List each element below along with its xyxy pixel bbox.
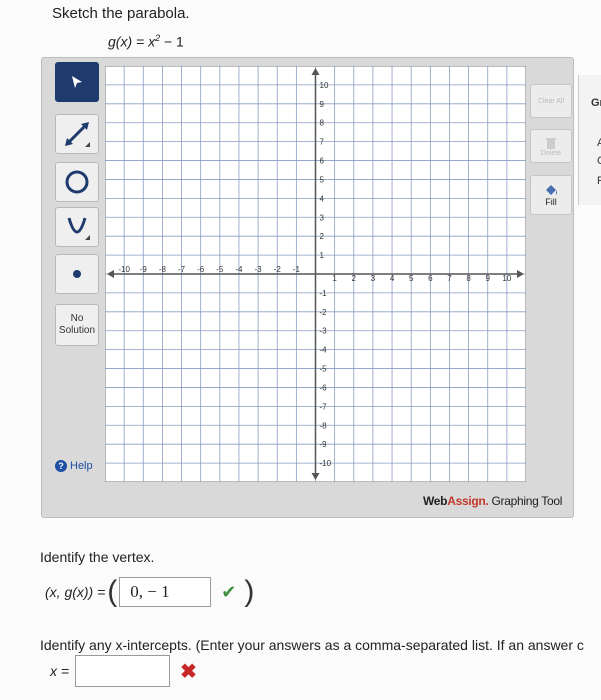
- x-tick-label: -9: [140, 265, 148, 274]
- pointer-icon: [72, 76, 82, 88]
- x-tick-label: 10: [502, 274, 511, 283]
- x-tick-label: -2: [274, 265, 282, 274]
- x-intercepts-label: x =: [50, 663, 70, 679]
- vertex-prompt: Identify the vertex.: [40, 549, 155, 565]
- help-label: Help: [70, 460, 93, 472]
- circle-icon: [65, 170, 89, 194]
- y-tick-label: -1: [320, 289, 328, 298]
- x-tick-label: -7: [178, 265, 186, 274]
- x-tick-label: 2: [352, 274, 357, 283]
- line-segment-icon: [65, 122, 90, 147]
- y-tick-label: 3: [320, 213, 325, 222]
- x-tick-label: -10: [118, 265, 130, 274]
- y-tick-label: -9: [320, 440, 328, 449]
- clear-all-button[interactable]: Clear All: [530, 84, 572, 118]
- y-tick-label: -2: [320, 308, 328, 317]
- paint-bucket-icon: [546, 185, 557, 195]
- delete-label: Delete: [540, 149, 562, 157]
- y-tick-label: 4: [320, 194, 325, 203]
- point-tool-button[interactable]: [55, 254, 99, 294]
- y-tick-label: -7: [320, 402, 328, 411]
- y-tick-label: 8: [320, 119, 325, 128]
- fill-label: Fill: [545, 197, 557, 207]
- x-tick-label: 5: [409, 274, 414, 283]
- right-panel-d: P: [597, 175, 601, 187]
- no-solution-line1: No: [70, 313, 84, 324]
- incorrect-x-icon: ✖: [180, 660, 197, 683]
- right-panel-a: Gr: [591, 97, 601, 109]
- vertex-label: (x, g(x)) =: [45, 584, 106, 600]
- y-tick-label: -10: [320, 459, 332, 468]
- y-tick-label: -5: [320, 365, 328, 374]
- fill-button[interactable]: Fill: [530, 175, 572, 215]
- webassign-brand: WebAssign. Graphing Tool: [423, 494, 562, 508]
- close-paren: ): [244, 575, 255, 608]
- y-tick-label: 1: [320, 251, 325, 260]
- x-tick-label: -4: [235, 265, 243, 274]
- x-intercepts-input[interactable]: [75, 655, 171, 687]
- y-tick-label: -6: [320, 383, 328, 392]
- x-tick-label: -8: [159, 265, 167, 274]
- vertex-input[interactable]: 0, − 1: [119, 577, 212, 607]
- x-tick-label: -6: [197, 265, 205, 274]
- vertex-answer-row: (x, g(x)) = ( 0, − 1 ✔ ): [45, 577, 256, 607]
- right-panel-c: C: [597, 155, 601, 167]
- x-tick-label: -3: [255, 265, 263, 274]
- brand-assign: Assign.: [447, 494, 489, 508]
- parabola-icon: [67, 217, 90, 240]
- right-panel-partial: Gr A C P: [578, 75, 601, 205]
- x-tick-label: 9: [486, 274, 491, 283]
- line-tool-button[interactable]: [55, 114, 99, 154]
- help-link[interactable]: ? Help: [55, 460, 93, 472]
- correct-check-icon: ✔: [221, 581, 237, 602]
- help-icon: ?: [55, 460, 67, 472]
- x-tick-label: -1: [293, 265, 301, 274]
- function-lhs: g(x) = x: [108, 33, 156, 50]
- x-tick-label: 6: [428, 274, 433, 283]
- point-icon: [73, 270, 81, 278]
- brand-web: Web: [423, 494, 448, 508]
- y-tick-label: -3: [320, 327, 328, 336]
- function-exponent: 2: [155, 33, 161, 43]
- y-tick-label: 9: [320, 100, 325, 109]
- function-expression: g(x) = x2 − 1: [108, 33, 184, 50]
- clear-all-label: Clear All: [537, 97, 565, 105]
- open-paren: (: [107, 575, 118, 608]
- y-tick-label: 10: [320, 81, 329, 90]
- y-tick-label: -8: [320, 421, 328, 430]
- x-intercepts-answer-row: x = ✖: [50, 655, 197, 687]
- circle-tool-button[interactable]: [55, 162, 99, 202]
- no-solution-line2: Solution: [58, 325, 96, 336]
- y-tick-label: 5: [320, 175, 325, 184]
- function-rhs: − 1: [163, 33, 184, 50]
- x-tick-label: 4: [390, 274, 395, 283]
- y-tick-label: -4: [320, 346, 328, 355]
- y-tick-label: 7: [320, 138, 325, 147]
- y-tick-label: 2: [320, 232, 325, 241]
- x-tick-label: 3: [371, 274, 376, 283]
- y-tick-label: 6: [320, 157, 325, 166]
- brand-rest: Graphing Tool: [488, 494, 563, 508]
- trash-icon: [546, 137, 556, 149]
- no-solution-button[interactable]: No Solution: [55, 304, 99, 346]
- x-tick-label: 1: [332, 274, 337, 283]
- x-tick-label: 8: [466, 274, 471, 283]
- right-panel-b: A: [597, 137, 601, 149]
- x-tick-label: 7: [447, 274, 452, 283]
- instruction-text: Sketch the parabola.: [52, 5, 190, 22]
- x-tick-label: -5: [216, 265, 224, 274]
- delete-button[interactable]: Delete: [530, 129, 572, 163]
- graph-toolbar: No Solution: [55, 62, 101, 482]
- x-intercepts-prompt: Identify any x-intercepts. (Enter your a…: [40, 637, 584, 653]
- pointer-tool-button[interactable]: [55, 62, 99, 102]
- coordinate-grid[interactable]: -10 -9 -8 -7 -6 -5 -4 -3 -2 -1 1 2 3 4 5 6 7 8 9 10 10 9 8 7 6 5 4…: [105, 66, 526, 482]
- parabola-tool-button[interactable]: [55, 207, 99, 247]
